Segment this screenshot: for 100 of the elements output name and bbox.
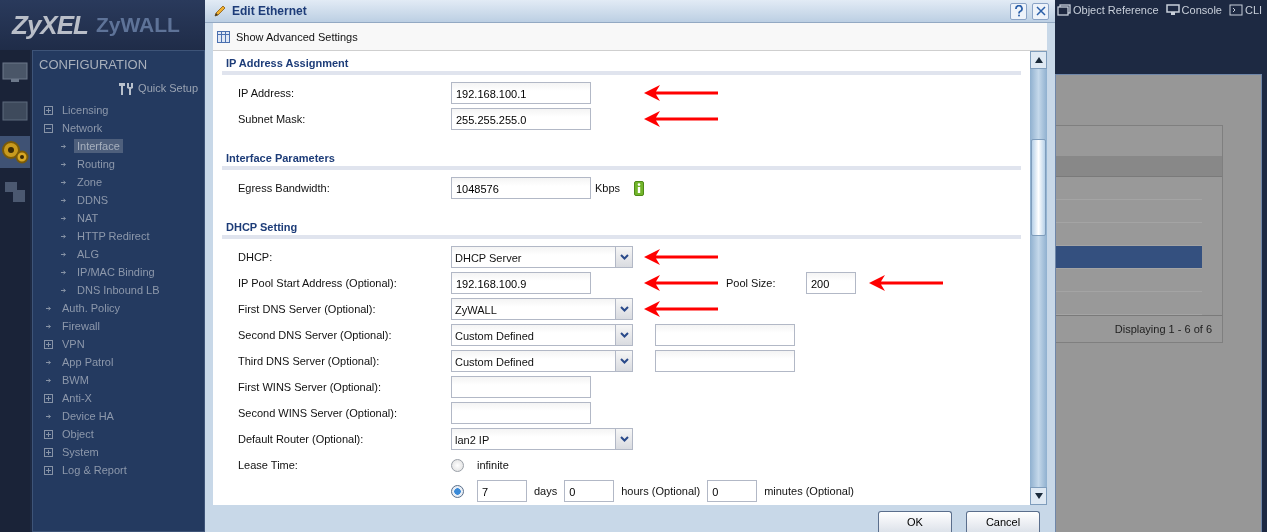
field-label: Third DNS Server (Optional): [237, 355, 381, 367]
terminal-icon[interactable] [1228, 4, 1243, 16]
field-label: Second DNS Server (Optional): [237, 329, 393, 341]
help-button[interactable] [1010, 2, 1027, 20]
sidebar-item[interactable]: System [59, 445, 102, 459]
table-row[interactable] [1056, 246, 1202, 269]
field-label: First WINS Server (Optional): [237, 381, 383, 393]
sidebar-item[interactable]: Device HA [59, 409, 117, 423]
windows-icon[interactable] [1057, 4, 1071, 16]
caret-icon [619, 306, 629, 312]
caret-icon [619, 254, 629, 260]
unit-label: minutes (Optional) [764, 485, 854, 497]
logo-product: ZyWALL [95, 13, 180, 37]
pencil-icon [213, 4, 227, 18]
expand-icon[interactable] [44, 393, 53, 403]
expand-icon[interactable] [44, 339, 53, 349]
sidebar-item[interactable]: BWM [59, 373, 92, 387]
expand-icon[interactable] [44, 429, 53, 439]
expand-icon[interactable] [44, 465, 53, 475]
input-field[interactable]: 192.168.100.1 [451, 82, 591, 104]
dialog-button[interactable]: OK [878, 511, 952, 532]
close-button[interactable] [1032, 2, 1049, 20]
scroll-down-icon[interactable] [1034, 493, 1043, 499]
sidebar-item[interactable]: VPN [59, 337, 88, 351]
input-field[interactable]: 255.255.255.0 [451, 108, 591, 130]
field-label: IP Address: [237, 87, 296, 99]
logo-brand: ZyXEL [12, 9, 88, 41]
dialog-button[interactable]: Cancel [966, 511, 1040, 532]
scroll-up-icon[interactable] [1034, 57, 1043, 63]
radio-button[interactable] [451, 484, 464, 498]
header-link[interactable]: Console [1181, 4, 1222, 16]
expand-icon[interactable] [44, 447, 53, 457]
input-field[interactable]: 1048576 [451, 177, 591, 199]
dropdown[interactable]: DHCP Server [451, 246, 633, 268]
input-field[interactable]: 200 [806, 272, 856, 294]
sidebar-subitem[interactable]: ALG [74, 247, 102, 261]
caret-icon [619, 332, 629, 338]
quick-setup-link[interactable]: Quick Setup [138, 82, 198, 94]
sidebar-item[interactable]: Anti-X [59, 391, 95, 405]
sidebar-subitem[interactable]: Interface [74, 139, 123, 153]
input-field[interactable] [655, 324, 795, 346]
input-field[interactable]: 0 [707, 480, 758, 502]
sidebar-item[interactable]: Log & Report [59, 463, 130, 477]
section-heading: DHCP Setting [225, 220, 299, 235]
field-label: Second WINS Server (Optional): [237, 407, 398, 419]
table-icon [217, 30, 230, 43]
field-label: First DNS Server (Optional): [237, 303, 377, 315]
field-label: Lease Time: [237, 458, 299, 473]
field-label: Default Router (Optional): [237, 433, 365, 445]
sidebar-item[interactable]: Network [59, 121, 106, 135]
dropdown[interactable]: Custom Defined [451, 324, 633, 346]
sidebar-title: CONFIGURATION [39, 57, 149, 74]
sidebar-subitem[interactable]: Zone [74, 175, 106, 189]
collapse-icon[interactable] [44, 123, 53, 133]
sidebar-subitem[interactable]: DDNS [74, 193, 112, 207]
field-label: IP Pool Start Address (Optional): [237, 277, 398, 289]
unit-label: hours (Optional) [621, 485, 701, 497]
dropdown[interactable]: ZyWALL [451, 298, 633, 320]
field-label: Subnet Mask: [237, 113, 307, 125]
info-icon[interactable] [634, 180, 645, 196]
sidebar-item[interactable]: App Patrol [59, 355, 117, 369]
dropdown[interactable]: Custom Defined [451, 350, 633, 372]
gears-icon[interactable] [1, 139, 29, 165]
monitor-icon[interactable] [1165, 4, 1180, 16]
field-label: DHCP: [237, 251, 274, 263]
input-field[interactable] [655, 350, 795, 372]
show-advanced-settings-button[interactable]: Show Advanced Settings [213, 28, 362, 45]
caret-icon [619, 358, 629, 364]
sidebar-subitem[interactable]: HTTP Redirect [74, 229, 153, 243]
dropdown[interactable]: lan2 IP [451, 428, 633, 450]
sidebar-subitem[interactable]: NAT [74, 211, 102, 225]
input-field[interactable]: 0 [564, 480, 615, 502]
unit-label: days [534, 485, 558, 497]
header-link[interactable]: CLI [1244, 4, 1263, 16]
dialog-title: Edit Ethernet [232, 4, 307, 18]
sidebar-item[interactable]: Object [59, 427, 97, 441]
input-field[interactable]: 7 [477, 480, 527, 502]
section-heading: IP Address Assignment [225, 56, 350, 71]
input-field[interactable] [451, 402, 591, 424]
field-label: Pool Size: [726, 277, 777, 289]
sidebar-item[interactable]: Licensing [59, 103, 112, 117]
scrollbar-thumb[interactable] [1031, 139, 1046, 236]
scrollbar[interactable] [1030, 51, 1047, 505]
section-heading: Interface Parameters [225, 151, 336, 166]
input-field[interactable]: 192.168.100.9 [451, 272, 591, 294]
radio-button[interactable] [451, 458, 464, 472]
input-field[interactable] [451, 376, 591, 398]
question-mark-icon [1013, 5, 1024, 17]
field-label: Egress Bandwidth: [237, 182, 331, 194]
sidebar-item[interactable]: Firewall [59, 319, 103, 333]
close-icon [1035, 6, 1046, 16]
unit-label: Kbps [595, 182, 621, 194]
sidebar-subitem[interactable]: IP/MAC Binding [74, 265, 158, 279]
sidebar-item[interactable]: Auth. Policy [59, 301, 124, 315]
tools-icon[interactable] [118, 81, 135, 95]
sidebar-subitem[interactable]: Routing [74, 157, 118, 171]
header-link[interactable]: Object Reference [1073, 4, 1159, 16]
sidebar-subitem[interactable]: DNS Inbound LB [74, 283, 163, 297]
expand-icon[interactable] [44, 105, 53, 115]
screen-icon[interactable] [2, 101, 28, 123]
